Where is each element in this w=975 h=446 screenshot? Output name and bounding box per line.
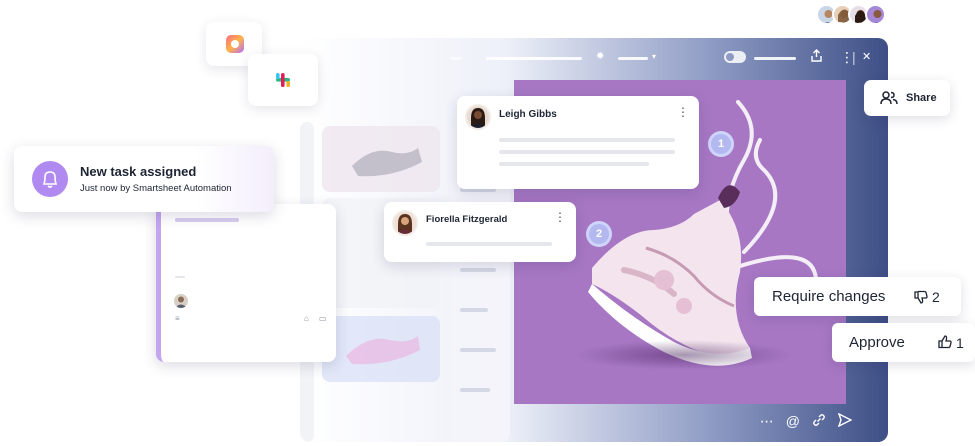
view-toggle[interactable] <box>724 51 746 63</box>
placeholder-line <box>175 276 185 278</box>
share-button[interactable]: Share <box>864 80 950 116</box>
placeholder-line <box>499 138 675 142</box>
placeholder-line <box>460 348 496 352</box>
task-detail-card[interactable]: ≡ ⌂ ▭ <box>156 204 336 362</box>
placeholder-line <box>499 162 649 166</box>
notification-title: New task assigned <box>80 164 197 179</box>
collaborator-avatars <box>816 4 888 26</box>
commenter-name: Leigh Gibbs <box>499 109 557 120</box>
shadow <box>574 340 794 370</box>
notification-subtitle: Just now by Smartsheet Automation <box>80 183 232 194</box>
toolbar-placeholder <box>754 57 796 60</box>
commenter-avatar[interactable] <box>392 210 418 236</box>
approve-button[interactable]: Approve 1 <box>832 323 975 362</box>
comment-pin-1[interactable]: 1 <box>708 131 734 157</box>
assignee-avatar[interactable] <box>174 294 188 308</box>
placeholder-line <box>499 150 675 154</box>
comment-card[interactable]: Fiorella Fitzgerald ⋮ <box>384 202 576 262</box>
notification-card[interactable]: New task assigned Just now by Smartsheet… <box>14 146 274 212</box>
list-icon: ≡ <box>175 314 180 323</box>
more-icon[interactable]: ⋯ <box>760 413 774 430</box>
require-changes-count: 2 <box>932 289 940 305</box>
placeholder-line <box>460 308 488 312</box>
gear-icon[interactable]: ✹ <box>596 47 604 67</box>
comment-card[interactable]: Leigh Gibbs ⋮ <box>457 96 699 189</box>
placeholder-line <box>460 268 496 272</box>
board-card <box>322 126 440 192</box>
approve-count: 1 <box>956 335 964 351</box>
placeholder-line <box>460 388 490 392</box>
more-vertical-icon[interactable]: ⋮ <box>554 211 566 223</box>
divider: | <box>852 49 856 65</box>
commenter-name: Fiorella Fitzgerald <box>426 214 508 225</box>
attachment-icon[interactable]: ⌂ <box>304 314 309 323</box>
toolbar-placeholder <box>450 57 462 60</box>
comment-pin-2[interactable]: 2 <box>586 221 612 247</box>
more-vertical-icon[interactable]: ⋮ <box>677 106 689 118</box>
commenter-avatar[interactable] <box>465 104 491 130</box>
chevron-down-icon[interactable]: ▾ <box>652 47 656 67</box>
approve-label: Approve <box>849 334 905 351</box>
toolbar-placeholder <box>486 57 582 60</box>
comment-icon[interactable]: ▭ <box>319 314 327 323</box>
mention-icon[interactable]: @ <box>786 413 800 430</box>
bell-icon <box>32 161 68 197</box>
require-changes-button[interactable]: Require changes 2 <box>754 277 961 316</box>
toolbar-placeholder <box>618 57 648 60</box>
app-topbar: ✹ ▾ ⋮ | ✕ <box>300 38 888 78</box>
slack-app-tile[interactable] <box>248 54 318 106</box>
require-changes-label: Require changes <box>772 288 886 305</box>
placeholder-line <box>426 242 552 246</box>
share-label: Share <box>906 92 937 104</box>
link-icon[interactable] <box>812 413 826 430</box>
board-card <box>322 316 440 382</box>
thumbs-up-icon <box>938 335 952 349</box>
thumbs-down-icon <box>914 290 928 304</box>
send-icon[interactable] <box>837 412 853 430</box>
collaborator-avatar[interactable] <box>865 4 886 25</box>
users-icon <box>880 91 898 105</box>
photos-app-icon <box>226 35 244 53</box>
placeholder-line <box>175 218 239 222</box>
canvas-toolbar: ⋯ @ <box>760 412 853 430</box>
slack-icon <box>276 73 290 87</box>
close-icon[interactable]: ✕ <box>862 47 871 67</box>
export-icon[interactable] <box>810 47 823 67</box>
